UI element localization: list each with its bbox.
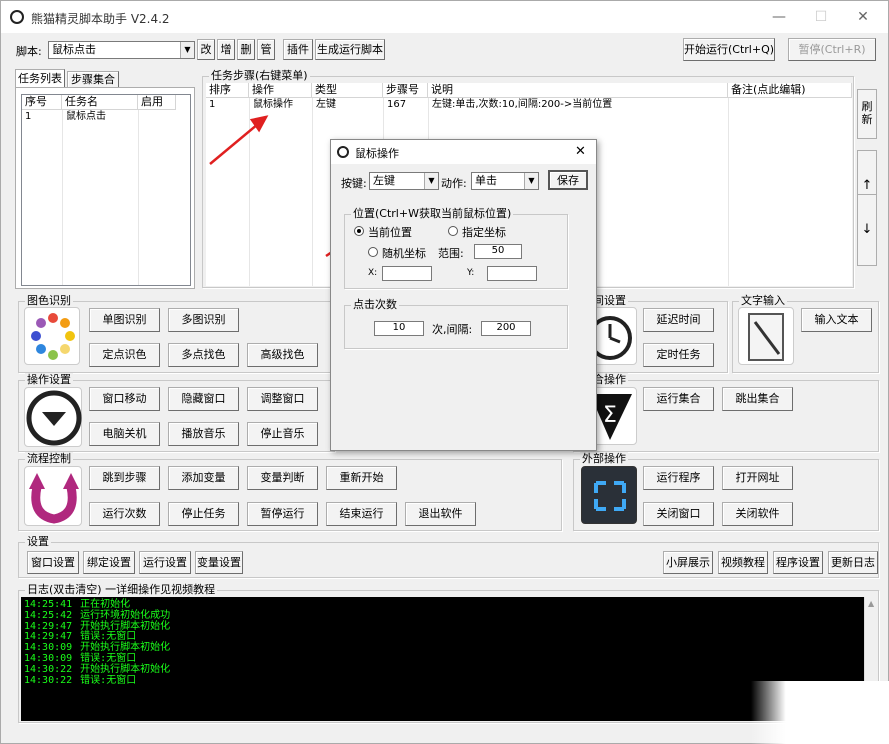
dialog-title: 鼠标操作 — [355, 147, 399, 160]
interval-input[interactable]: 200 — [481, 321, 531, 336]
action-label: 动作: — [441, 177, 467, 190]
key-select[interactable]: 左键 ▼ — [369, 172, 439, 190]
interval-label: 次,间隔: — [432, 323, 473, 336]
range-input[interactable]: 50 — [474, 244, 522, 259]
x-label: X: — [368, 268, 378, 278]
dialog-close-button[interactable]: ✕ — [575, 144, 586, 159]
action-select[interactable]: 单击 ▼ — [471, 172, 539, 190]
range-label: 范围: — [438, 247, 464, 260]
chevron-down-icon: ▼ — [424, 173, 438, 189]
key-label: 按键: — [341, 177, 367, 190]
x-input[interactable] — [382, 266, 432, 281]
y-input[interactable] — [487, 266, 537, 281]
current-position-radio[interactable] — [354, 226, 364, 236]
mouse-op-dialog: 鼠标操作 ✕ 按键: 左键 ▼ 动作: 单击 ▼ 保存 位置(Ctrl+W获取当… — [330, 139, 597, 451]
specified-coord-label: 指定坐标 — [462, 226, 506, 239]
click-count-title: 点击次数 — [351, 298, 399, 312]
key-select-value: 左键 — [373, 174, 395, 187]
dialog-save-button[interactable]: 保存 — [548, 170, 588, 190]
action-select-value: 单击 — [475, 174, 497, 187]
red-arrow-1 — [209, 115, 269, 165]
dialog-title-bar: 鼠标操作 ✕ — [331, 140, 596, 164]
y-label: Y: — [467, 268, 475, 278]
chevron-down-icon: ▼ — [524, 173, 538, 189]
specified-coord-radio[interactable] — [448, 226, 458, 236]
click-count-input[interactable]: 10 — [374, 321, 424, 336]
current-position-label: 当前位置 — [368, 226, 412, 239]
random-coord-label: 随机坐标 — [382, 247, 426, 260]
panda-logo-icon — [337, 146, 349, 158]
random-coord-radio[interactable] — [368, 247, 378, 257]
position-group-title: 位置(Ctrl+W获取当前鼠标位置) — [351, 207, 514, 221]
